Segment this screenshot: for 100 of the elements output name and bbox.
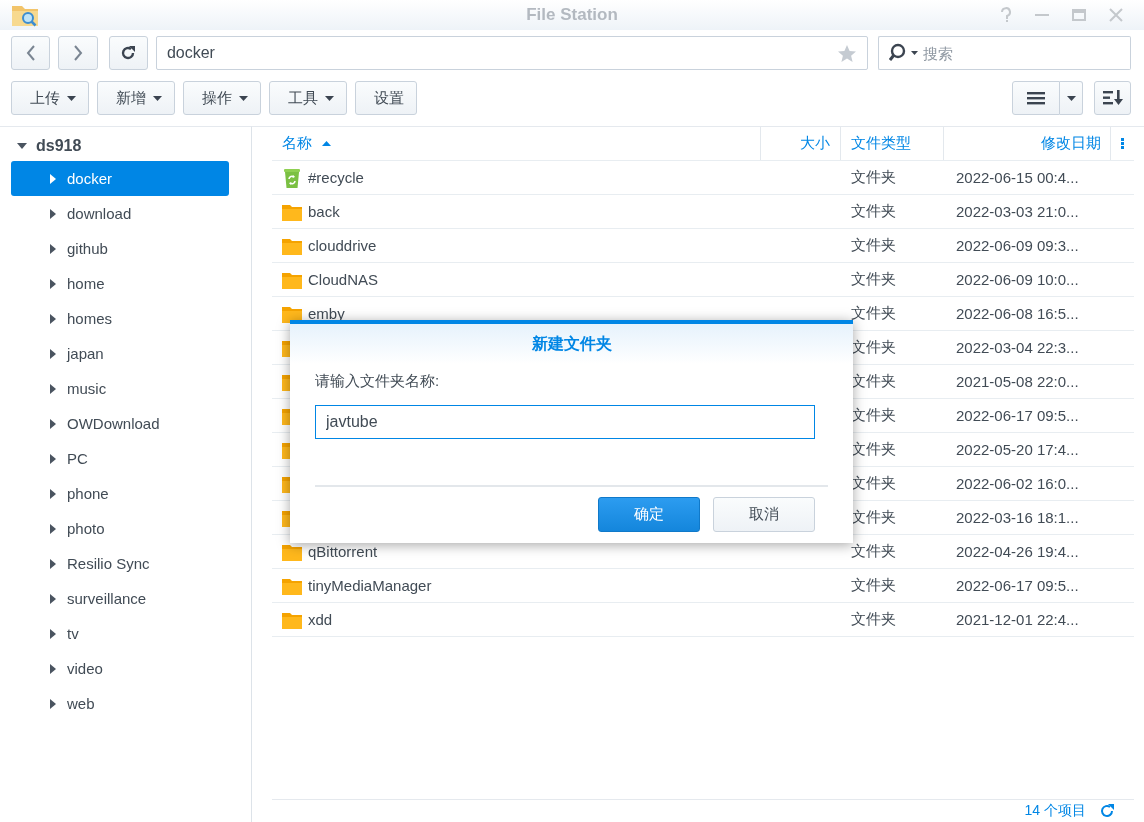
folder-icon bbox=[282, 304, 302, 323]
modified-date: 2022-05-20 17:4... bbox=[956, 441, 1079, 458]
caret-right-icon bbox=[48, 348, 58, 359]
tree-item[interactable]: github bbox=[11, 231, 229, 266]
back-button[interactable] bbox=[11, 36, 51, 70]
recycle-bin-icon bbox=[282, 167, 302, 188]
tree-item[interactable]: surveillance bbox=[11, 581, 229, 616]
tree-item[interactable]: video bbox=[11, 651, 229, 686]
file-name[interactable]: #recycle bbox=[308, 169, 364, 186]
menu-button[interactable]: 工具 bbox=[269, 81, 347, 115]
modified-date: 2022-06-09 09:3... bbox=[956, 237, 1079, 254]
file-name[interactable]: clouddrive bbox=[308, 237, 377, 254]
modified-date: 2021-12-01 22:4... bbox=[956, 611, 1079, 628]
folder-icon bbox=[282, 236, 302, 255]
modified-date: 2022-06-08 16:5... bbox=[956, 305, 1079, 322]
caret-right-icon bbox=[48, 313, 58, 324]
modified-date: 2021-05-08 22:0... bbox=[956, 373, 1079, 390]
tree-item[interactable]: download bbox=[11, 196, 229, 231]
column-header[interactable]: 名称 bbox=[272, 127, 761, 160]
sort-icon bbox=[1102, 90, 1123, 106]
file-type: 文件夹 bbox=[851, 270, 896, 289]
modified-date: 2022-06-02 16:0... bbox=[956, 475, 1079, 492]
caret-right-icon bbox=[48, 663, 58, 674]
menu-button[interactable]: 上传 bbox=[11, 81, 89, 115]
path-field[interactable]: docker bbox=[155, 36, 868, 70]
refresh-icon bbox=[120, 45, 137, 61]
view-menu-button[interactable] bbox=[1060, 81, 1083, 115]
modified-date: 2022-03-03 21:0... bbox=[956, 203, 1079, 220]
tree-item[interactable]: OWDownload bbox=[11, 406, 229, 441]
menu-button[interactable]: 操作 bbox=[183, 81, 261, 115]
tree-item[interactable]: PC bbox=[11, 441, 229, 476]
file-name[interactable]: back bbox=[308, 203, 340, 220]
menu-button[interactable]: 新增 bbox=[97, 81, 175, 115]
modified-date: 2022-03-16 18:1... bbox=[956, 509, 1079, 526]
file-name[interactable]: qBittorrent bbox=[308, 543, 378, 560]
modified-date: 2022-06-17 09:5... bbox=[956, 577, 1079, 594]
caret-down-icon bbox=[67, 95, 76, 101]
column-header[interactable]: 大小 bbox=[761, 127, 841, 160]
tree-item[interactable]: web bbox=[11, 686, 229, 721]
caret-right-icon bbox=[48, 558, 58, 569]
chevron-left-icon bbox=[25, 45, 36, 61]
folder-icon bbox=[282, 270, 302, 289]
caret-down-icon bbox=[17, 141, 27, 151]
caret-right-icon bbox=[48, 173, 58, 184]
caret-right-icon bbox=[48, 418, 58, 429]
tree-item[interactable]: phone bbox=[11, 476, 229, 511]
list-icon bbox=[1027, 91, 1045, 105]
caret-right-icon bbox=[48, 453, 58, 464]
file-type: 文件夹 bbox=[851, 542, 896, 561]
caret-right-icon bbox=[48, 383, 58, 394]
modified-date: 2022-04-26 19:4... bbox=[956, 543, 1079, 560]
caret-right-icon bbox=[48, 593, 58, 604]
file-type: 文件夹 bbox=[851, 236, 896, 255]
tree-item[interactable]: homes bbox=[11, 301, 229, 336]
more-vertical-icon bbox=[1120, 138, 1124, 149]
tree-item[interactable]: Resilio Sync bbox=[11, 546, 229, 581]
caret-down-icon bbox=[153, 95, 162, 101]
forward-button[interactable] bbox=[58, 36, 98, 70]
field-label: 请输入文件夹名称: bbox=[315, 372, 441, 391]
sort-button[interactable] bbox=[1094, 81, 1131, 115]
tree-item[interactable]: tv bbox=[11, 616, 229, 651]
modified-date: 2022-03-04 22:3... bbox=[956, 339, 1079, 356]
refresh-button[interactable] bbox=[108, 36, 148, 70]
file-name[interactable]: CloudNAS bbox=[308, 271, 379, 288]
caret-right-icon bbox=[48, 243, 58, 254]
file-type: 文件夹 bbox=[851, 576, 896, 595]
modified-date: 2022-06-17 09:5... bbox=[956, 407, 1079, 424]
column-header[interactable]: 文件类型 bbox=[841, 127, 944, 160]
caret-down-icon bbox=[1066, 95, 1076, 101]
tree-root[interactable]: ds918 bbox=[11, 131, 229, 161]
chevron-right-icon bbox=[72, 45, 83, 61]
file-name[interactable]: xdd bbox=[308, 611, 333, 628]
column-header[interactable]: 修改日期 bbox=[944, 127, 1111, 160]
sort-ascending-icon bbox=[322, 141, 331, 146]
toolbar-button[interactable]: 设置 bbox=[355, 81, 417, 115]
tree-item[interactable]: photo bbox=[11, 511, 229, 546]
caret-right-icon bbox=[48, 628, 58, 639]
folder-icon bbox=[282, 610, 302, 629]
caret-right-icon bbox=[48, 698, 58, 709]
caret-down-icon bbox=[325, 95, 334, 101]
file-type: 文件夹 bbox=[851, 610, 896, 629]
file-type: 文件夹 bbox=[851, 168, 896, 187]
tree-item[interactable]: japan bbox=[11, 336, 229, 371]
file-type: 文件夹 bbox=[851, 304, 896, 323]
tree-item[interactable]: music bbox=[11, 371, 229, 406]
file-name[interactable]: tinyMediaManager bbox=[308, 577, 432, 594]
caret-right-icon bbox=[48, 523, 58, 534]
cancel-button[interactable]: 取消 bbox=[713, 497, 815, 532]
star-icon[interactable] bbox=[837, 43, 857, 63]
folder-icon bbox=[282, 576, 302, 595]
list-view-button[interactable] bbox=[1012, 81, 1060, 115]
caret-down-icon bbox=[239, 95, 248, 101]
modified-date: 2022-06-09 10:0... bbox=[956, 271, 1079, 288]
dialog-title: 新建文件夹 bbox=[290, 324, 853, 364]
caret-right-icon bbox=[48, 278, 58, 289]
file-name[interactable]: emby bbox=[308, 305, 345, 322]
tree-item[interactable]: home bbox=[11, 266, 229, 301]
tree-item[interactable]: docker bbox=[11, 161, 229, 196]
folder-name-field[interactable]: javtube bbox=[315, 405, 815, 439]
refresh-icon[interactable] bbox=[1100, 804, 1114, 818]
